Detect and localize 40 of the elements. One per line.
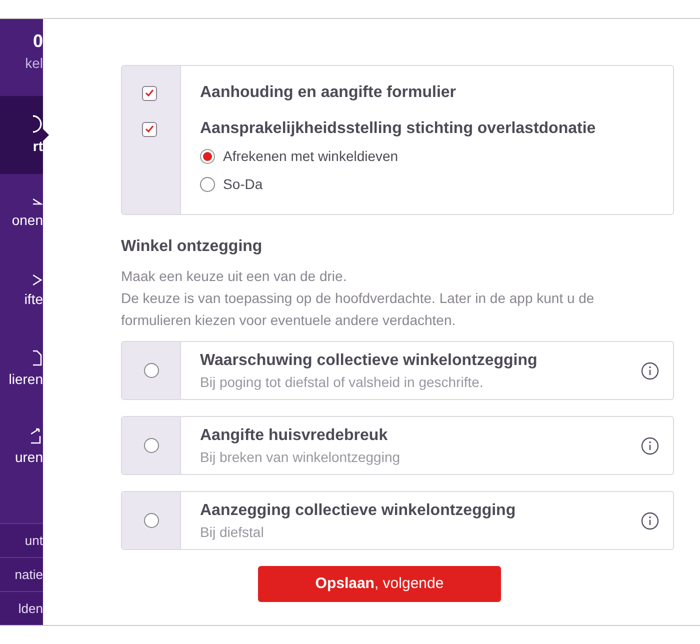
check-icon [145,125,154,133]
choice-card[interactable]: Aanzegging collectieve winkelontzegging Bij diefstal [121,491,674,550]
choice-title: Waarschuwing collectieve winkelontzegging [200,350,538,370]
radio-button[interactable] [144,513,158,528]
check-icon [145,89,154,97]
description-text: formulieren kiezen voor eventuele andere verdachten. [121,311,457,330]
option-label: Afrekenen met winkeldieven [223,146,398,166]
choice-subtitle: Bij poging tot diefstal of valsheid in geschrifte. [200,372,484,392]
choice-title: Aanzegging collectieve winkelontzegging [200,500,517,520]
circle-icon [33,115,43,133]
document-label: Aansprakelijkheidsstelling stichting overlastdonatie [200,119,596,139]
export-icon [31,428,43,444]
choice-subtitle: Bij diefstal [200,522,265,542]
radio-button[interactable] [144,363,158,378]
info-icon[interactable] [641,362,659,380]
radio-button[interactable] [200,176,215,192]
sidebar-item[interactable]: ifte [0,252,43,330]
choice-card[interactable]: Waarschuwing collectieve winkelontzegging Bij poging tot diefstal of valsheid in geschrifte. [121,341,674,400]
document-label: Aanhouding en aangifte formulier [200,83,456,103]
sidebar-item[interactable]: lieren [0,330,43,408]
description-text: De keuze is van toepassing op de hoofdverdachte. Later in de app kunt u de [121,289,596,308]
store-label: kel [25,54,43,73]
choice-subtitle: Bij breken van winkelontzegging [200,448,402,466]
sidebar-item[interactable]: uren [0,408,43,486]
radio-button[interactable] [144,438,158,453]
choice-title: Aangifte huisvredebreuk [200,426,389,446]
checkbox[interactable] [142,86,157,100]
store-number: 0 [32,30,43,53]
radio-button[interactable] [200,148,215,164]
document-icon [33,350,43,366]
info-icon[interactable] [641,512,659,530]
description-text: Maak een keuze uit een van de drie. [121,267,348,286]
choice-card[interactable]: Aangifte huisvredebreuk Bij breken van winkelontzegging [121,416,674,475]
sidebar-item[interactable]: onen [0,174,43,252]
info-icon[interactable] [641,436,659,454]
save-button[interactable]: Opslaan, volgende [258,566,501,602]
option-label: So-Da [223,174,263,194]
section-title: Winkel ontzegging [121,237,264,257]
checkbox[interactable] [142,122,157,136]
pointer-icon [43,129,49,141]
